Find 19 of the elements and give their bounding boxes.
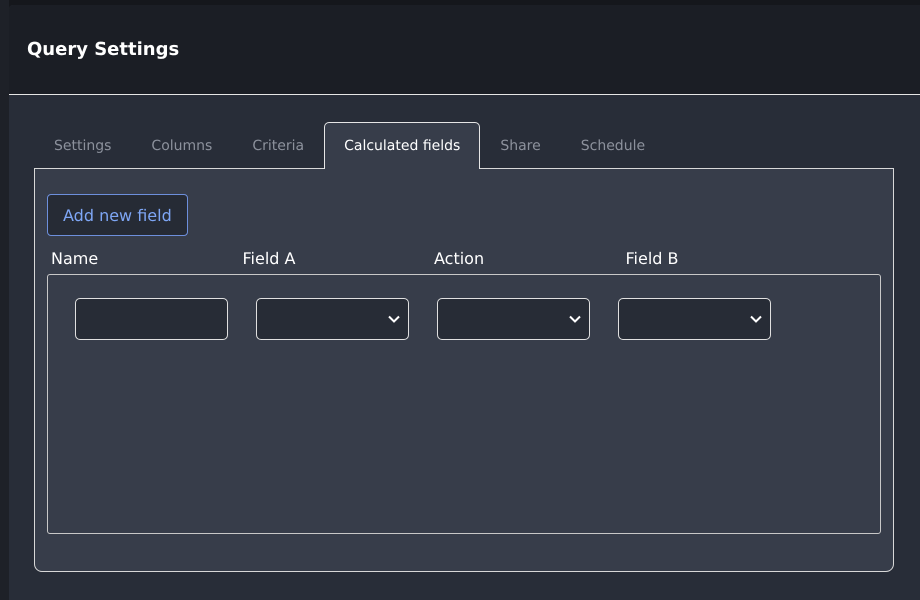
column-label: Action bbox=[434, 248, 486, 268]
tab[interactable]: Calculated fields bbox=[324, 122, 480, 169]
column-label: Name bbox=[51, 248, 100, 268]
dropdown[interactable] bbox=[437, 298, 590, 340]
tab[interactable]: Schedule bbox=[560, 122, 666, 169]
chevron-down-icon bbox=[569, 315, 581, 323]
dropdown[interactable] bbox=[618, 298, 771, 340]
dialog-title: Query Settings bbox=[27, 39, 180, 60]
tab[interactable]: Columns bbox=[131, 122, 232, 169]
dropdown[interactable] bbox=[256, 298, 409, 340]
tab[interactable]: Settings bbox=[34, 122, 132, 169]
add-field-button[interactable]: Add new field bbox=[47, 194, 188, 236]
chevron-down-icon bbox=[388, 315, 400, 323]
name-input[interactable] bbox=[75, 298, 228, 340]
tab[interactable]: Share bbox=[480, 122, 561, 169]
tab[interactable]: Criteria bbox=[232, 122, 324, 169]
column-label: Field B bbox=[626, 248, 680, 268]
chevron-down-icon bbox=[750, 315, 762, 323]
column-label: Field A bbox=[242, 248, 296, 268]
